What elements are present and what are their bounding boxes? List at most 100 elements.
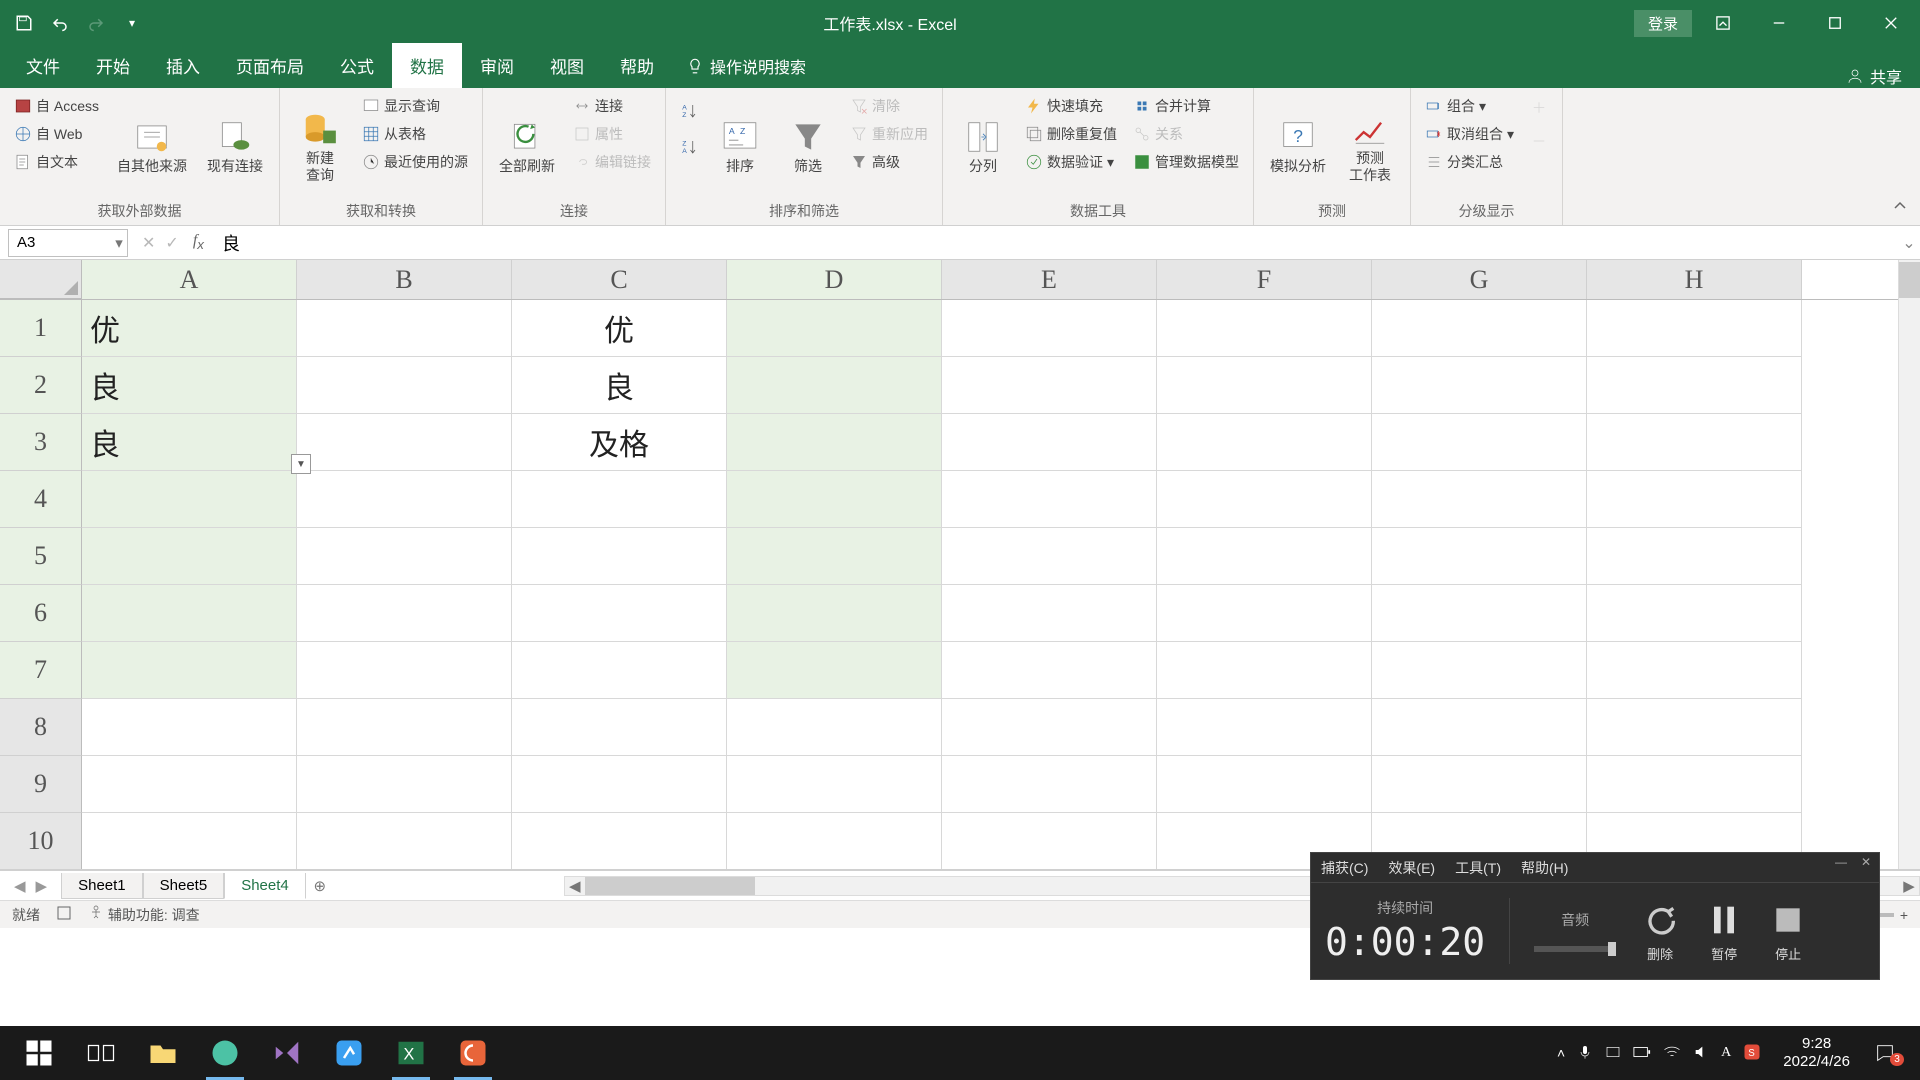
cell-C10[interactable] — [512, 813, 727, 870]
collapse-ribbon-icon[interactable] — [1892, 198, 1908, 217]
recorder-delete-button[interactable]: 删除 — [1640, 900, 1680, 963]
tray-chevron-icon[interactable]: ˄ — [1557, 1045, 1565, 1061]
hscroll-right-icon[interactable]: ▶ — [1899, 877, 1919, 895]
cell-A9[interactable] — [82, 756, 297, 813]
sheet-nav-prev-icon[interactable]: ◀ — [10, 877, 30, 895]
cell-E5[interactable] — [942, 528, 1157, 585]
cell-G5[interactable] — [1372, 528, 1587, 585]
cell-B8[interactable] — [297, 699, 512, 756]
recorder-taskbar-button[interactable] — [442, 1026, 504, 1080]
from-other-button[interactable]: 自其他来源 — [111, 94, 193, 199]
redo-button[interactable] — [82, 9, 110, 37]
cell-F2[interactable] — [1157, 357, 1372, 414]
recorder-close-icon[interactable]: ✕ — [1857, 855, 1875, 869]
tab-insert[interactable]: 插入 — [148, 43, 218, 88]
tray-app-icon[interactable] — [1605, 1044, 1621, 1063]
cell-B6[interactable] — [297, 585, 512, 642]
edge-button[interactable] — [194, 1026, 256, 1080]
filter-button[interactable]: 筛选 — [778, 94, 838, 199]
tab-help[interactable]: 帮助 — [602, 43, 672, 88]
tab-data[interactable]: 数据 — [392, 43, 462, 88]
cell-E3[interactable] — [942, 414, 1157, 471]
cell-H4[interactable] — [1587, 471, 1802, 528]
cell-H7[interactable] — [1587, 642, 1802, 699]
subtotal-button[interactable]: 分类汇总 — [1421, 150, 1518, 174]
recorder-menu-capture[interactable]: 捕获(C) — [1321, 858, 1368, 878]
select-all-corner[interactable] — [0, 260, 82, 299]
cell-H6[interactable] — [1587, 585, 1802, 642]
tray-wifi-icon[interactable] — [1663, 1045, 1681, 1062]
screen-recorder-overlay[interactable]: — ✕ 捕获(C) 效果(E) 工具(T) 帮助(H) 持续时间 0:00:20… — [1310, 852, 1880, 980]
cell-C7[interactable] — [512, 642, 727, 699]
data-validation-dropdown-icon[interactable]: ▼ — [291, 454, 311, 474]
cell-D7[interactable] — [727, 642, 942, 699]
cell-F5[interactable] — [1157, 528, 1372, 585]
cell-F6[interactable] — [1157, 585, 1372, 642]
sort-desc-button[interactable]: ZA — [676, 136, 702, 158]
worksheet-grid[interactable]: A B C D E F G H 1优优2良良3良及格45678910 ▼ — [0, 260, 1920, 870]
clear-filter-button[interactable]: 清除 — [846, 94, 932, 118]
cell-C3[interactable]: 及格 — [512, 414, 727, 471]
cell-A10[interactable] — [82, 813, 297, 870]
qat-customize-icon[interactable]: ▾ — [118, 9, 146, 37]
from-text-button[interactable]: 自文本 — [10, 150, 103, 174]
macro-record-icon[interactable] — [56, 905, 72, 924]
recorder-minimize-icon[interactable]: — — [1831, 855, 1851, 869]
row-header-3[interactable]: 3 — [0, 414, 82, 471]
tray-battery-icon[interactable] — [1633, 1045, 1651, 1061]
expand-formula-bar-icon[interactable]: ⌄ — [1898, 233, 1920, 253]
from-table-button[interactable]: 从表格 — [358, 122, 472, 146]
show-query-button[interactable]: 显示查询 — [358, 94, 472, 118]
cell-E10[interactable] — [942, 813, 1157, 870]
cell-D9[interactable] — [727, 756, 942, 813]
cell-G7[interactable] — [1372, 642, 1587, 699]
cell-G3[interactable] — [1372, 414, 1587, 471]
cell-E9[interactable] — [942, 756, 1157, 813]
cell-D10[interactable] — [727, 813, 942, 870]
cell-H9[interactable] — [1587, 756, 1802, 813]
cell-H5[interactable] — [1587, 528, 1802, 585]
tab-view[interactable]: 视图 — [532, 43, 602, 88]
undo-button[interactable] — [46, 9, 74, 37]
tray-ime-icon[interactable]: A — [1721, 1045, 1731, 1061]
cell-B4[interactable] — [297, 471, 512, 528]
cell-B9[interactable] — [297, 756, 512, 813]
maximize-button[interactable] — [1810, 3, 1860, 43]
col-header-a[interactable]: A — [82, 260, 297, 299]
cell-G4[interactable] — [1372, 471, 1587, 528]
existing-conn-button[interactable]: 现有连接 — [201, 94, 269, 199]
cell-H2[interactable] — [1587, 357, 1802, 414]
hscroll-thumb[interactable] — [585, 877, 755, 895]
cell-A5[interactable] — [82, 528, 297, 585]
cancel-formula-icon[interactable]: ✕ — [142, 233, 155, 253]
minimize-button[interactable] — [1754, 3, 1804, 43]
group-button[interactable]: 组合 ▾ — [1421, 94, 1518, 118]
recent-sources-button[interactable]: 最近使用的源 — [358, 150, 472, 174]
row-header-2[interactable]: 2 — [0, 357, 82, 414]
tray-volume-icon[interactable] — [1693, 1044, 1709, 1063]
cell-E1[interactable] — [942, 300, 1157, 357]
col-header-g[interactable]: G — [1372, 260, 1587, 299]
cell-F1[interactable] — [1157, 300, 1372, 357]
sheet-tab-2[interactable]: Sheet5 — [143, 873, 225, 899]
cell-G2[interactable] — [1372, 357, 1587, 414]
properties-button[interactable]: 属性 — [569, 122, 655, 146]
excel-taskbar-button[interactable]: X — [380, 1026, 442, 1080]
cell-F3[interactable] — [1157, 414, 1372, 471]
cell-D4[interactable] — [727, 471, 942, 528]
row-header-7[interactable]: 7 — [0, 642, 82, 699]
name-box[interactable]: A3 ▾ — [8, 229, 128, 257]
cell-H8[interactable] — [1587, 699, 1802, 756]
cell-B3[interactable] — [297, 414, 512, 471]
row-header-1[interactable]: 1 — [0, 300, 82, 357]
refresh-all-button[interactable]: 全部刷新 — [493, 94, 561, 199]
tab-layout[interactable]: 页面布局 — [218, 43, 322, 88]
cell-H1[interactable] — [1587, 300, 1802, 357]
add-sheet-button[interactable]: ⊕ — [306, 877, 334, 895]
row-header-4[interactable]: 4 — [0, 471, 82, 528]
start-button[interactable] — [8, 1026, 70, 1080]
whatif-button[interactable]: ? 模拟分析 — [1264, 94, 1332, 199]
save-button[interactable] — [10, 9, 38, 37]
cell-C9[interactable] — [512, 756, 727, 813]
col-header-f[interactable]: F — [1157, 260, 1372, 299]
